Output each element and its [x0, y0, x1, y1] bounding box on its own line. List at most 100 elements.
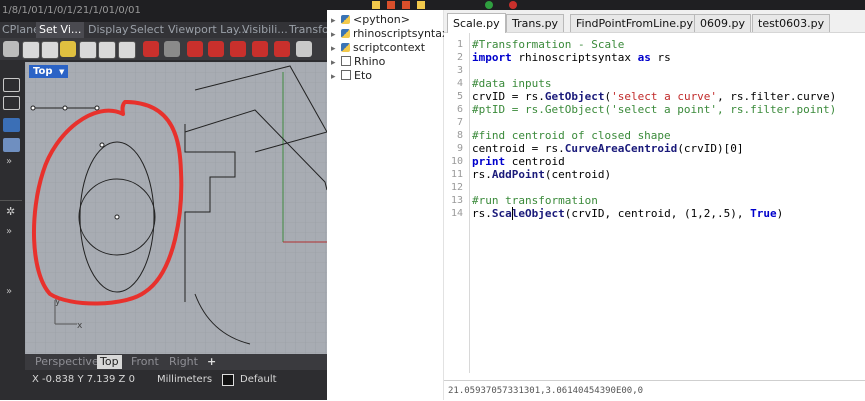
line-number: 14 — [450, 208, 463, 219]
tab-scale-py[interactable]: Scale.py — [447, 13, 506, 33]
code-line[interactable]: crvID = rs.GetObject('select a curve', r… — [472, 90, 836, 103]
code-line[interactable]: import rhinoscriptsyntax as rs — [472, 51, 671, 64]
line-number: 3 — [456, 65, 463, 76]
point-marker[interactable] — [99, 142, 105, 148]
zoom-window-icon[interactable] — [22, 41, 40, 59]
gutter-divider — [469, 33, 470, 373]
chevron-more-icon-2[interactable]: » — [6, 226, 12, 237]
point-marker[interactable] — [94, 105, 100, 111]
chevron-right-icon[interactable]: ▸ — [331, 71, 341, 84]
tab-visibility[interactable]: Visibili... — [242, 22, 288, 38]
code-line[interactable]: print centroid — [472, 155, 565, 168]
code-editor[interactable]: 1 2 3 4 5 6 7 8 9 10 11 12 13 14 #Transf… — [444, 33, 865, 373]
tree-item-rhino[interactable]: ▸ Rhino — [331, 55, 385, 68]
python-icon — [341, 29, 350, 38]
line-number: 7 — [456, 117, 463, 128]
tab-viewport-layout[interactable]: Viewport Lay... — [168, 22, 248, 38]
code-line[interactable]: #find centroid of closed shape — [472, 129, 671, 142]
line-number-gutter: 1 2 3 4 5 6 7 8 9 10 11 12 13 14 — [444, 33, 469, 373]
tree-item-rhinoscriptsyntax[interactable]: ▸ rhinoscriptsyntax — [331, 27, 449, 40]
point-marker[interactable] — [62, 105, 68, 111]
view-tab-right[interactable]: Right — [169, 354, 198, 370]
tree-item-eto[interactable]: ▸ Eto — [331, 69, 372, 82]
divider — [0, 200, 22, 201]
tree-item-python[interactable]: ▸ <python> — [331, 13, 410, 26]
code-line-text: print centroid — [472, 155, 565, 168]
units-readout[interactable]: Millimeters — [157, 374, 212, 385]
mesh-icon[interactable] — [3, 138, 20, 152]
line-number: 8 — [456, 130, 463, 141]
stop-icon[interactable] — [509, 1, 517, 9]
layer-color-swatch[interactable] — [222, 374, 234, 386]
gear-icon[interactable]: ✲ — [6, 205, 15, 218]
car-icon[interactable] — [252, 41, 268, 57]
module-tree: ▸ <python> ▸ rhinoscriptsyntax ▸ scriptcont… — [327, 10, 449, 400]
code-line[interactable]: #ptID = rs.GetObject('select a point', r… — [472, 103, 836, 116]
car-alt-icon[interactable] — [274, 41, 290, 57]
rectangle-icon[interactable] — [3, 96, 20, 110]
view-gray-icon[interactable] — [164, 41, 180, 57]
dropdown-arrow-icon[interactable]: ▼ — [59, 68, 64, 76]
export-icon[interactable] — [417, 1, 425, 9]
zoom-selected-icon[interactable] — [60, 41, 76, 57]
zoom-all-icon[interactable] — [98, 41, 116, 59]
code-line[interactable]: rs.AddPoint(centroid) — [472, 168, 611, 181]
tab-select[interactable]: Select — [130, 22, 164, 38]
code-line[interactable]: #data inputs — [472, 77, 551, 90]
zoom-extents-icon[interactable] — [79, 41, 97, 59]
chevron-more-icon-3[interactable]: » — [6, 286, 12, 297]
viewport-tabs: Perspective Top Front Right + — [25, 354, 327, 370]
rhino-title-strip: 1/8/1/01/1/0/1/21/1/01/0/01 — [0, 0, 327, 22]
coordinates-readout: X -0.838 Y 7.139 Z 0 — [32, 374, 135, 385]
package-icon — [341, 70, 351, 80]
viewport-title-text: Top — [33, 66, 53, 77]
output-panel[interactable]: 21.05937057331301,3.06140454390E00,0 — [444, 380, 865, 401]
axis-x-label: x — [77, 321, 83, 331]
layer-readout[interactable]: Default — [240, 374, 277, 385]
tab-0609-py[interactable]: 0609.py — [694, 14, 751, 32]
tab-display[interactable]: Display — [88, 22, 129, 38]
title-fragment: 1/8/1/01/1/0/1/21/1/01/0/01 — [2, 5, 141, 16]
open-icon[interactable] — [372, 1, 380, 9]
top-viewport[interactable]: y x Top ▼ — [25, 62, 327, 354]
plan-view-icon[interactable] — [208, 41, 224, 57]
save-icon[interactable] — [387, 1, 395, 9]
zoom-icon[interactable] — [41, 41, 59, 59]
tree-item-label: Rhino — [354, 55, 386, 68]
view-tab-top[interactable]: Top — [97, 355, 122, 369]
centroid-point[interactable] — [114, 214, 120, 220]
code-line[interactable]: centroid = rs.CurveAreaCentroid(crvID)[0… — [472, 142, 744, 155]
code-line-text: rs.ScaleObject(crvID, centroid, (1,2,.5)… — [472, 207, 784, 220]
zoom-target-icon[interactable] — [118, 41, 136, 59]
line-number: 5 — [456, 91, 463, 102]
save-as-icon[interactable] — [402, 1, 410, 9]
camera-icon[interactable] — [230, 41, 246, 57]
editor-toolbar — [327, 0, 865, 10]
code-line[interactable]: #Transformation - Scale — [472, 38, 624, 51]
editor-tabs: Scale.py Trans.py FindPointFromLine.py 0… — [444, 10, 865, 33]
solid-icon[interactable] — [3, 118, 20, 132]
car-gray-icon[interactable] — [296, 41, 312, 57]
run-icon[interactable] — [485, 1, 493, 9]
named-view-icon[interactable] — [187, 41, 203, 57]
tab-transform[interactable]: Transfo — [289, 22, 327, 38]
tab-test0603-py[interactable]: test0603.py — [752, 14, 831, 32]
polyline-icon[interactable] — [3, 78, 20, 92]
code-line[interactable]: #run transformation — [472, 194, 598, 207]
view-red-icon[interactable] — [143, 41, 159, 57]
tree-item-scriptcontext[interactable]: ▸ scriptcontext — [331, 41, 425, 54]
package-icon — [341, 56, 351, 66]
code-line[interactable]: rs.ScaleObject(crvID, centroid, (1,2,.5)… — [472, 207, 783, 220]
tab-set-view[interactable]: Set Vi... — [36, 22, 85, 38]
tab-findpointfromline-py[interactable]: FindPointFromLine.py — [570, 14, 700, 32]
tab-trans-py[interactable]: Trans.py — [506, 14, 565, 32]
point-marker[interactable] — [30, 105, 36, 111]
add-viewport-button[interactable]: + — [207, 354, 216, 370]
status-bar: X -0.838 Y 7.139 Z 0 Millimeters Default — [0, 370, 327, 400]
python-icon — [341, 15, 350, 24]
pan-icon[interactable] — [3, 41, 19, 57]
chevron-more-icon[interactable]: » — [6, 156, 12, 167]
viewport-title[interactable]: Top ▼ — [29, 65, 69, 78]
view-tab-front[interactable]: Front — [131, 354, 159, 370]
view-tab-perspective[interactable]: Perspective — [35, 354, 99, 370]
